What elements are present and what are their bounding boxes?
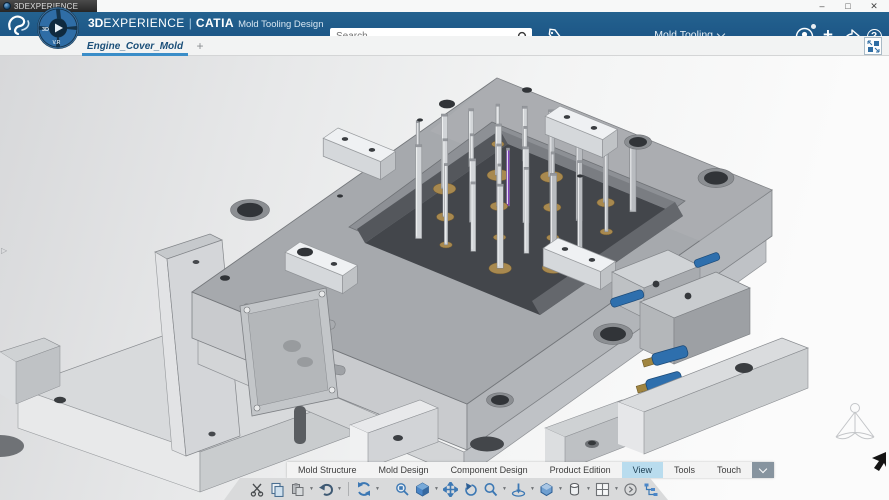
update-dropdown[interactable]: ▼	[374, 480, 381, 498]
section-component-design[interactable]: Component Design	[440, 462, 539, 478]
named-views-icon[interactable]	[537, 480, 556, 498]
close-button[interactable]: ✕	[861, 0, 887, 12]
paste-icon[interactable]	[288, 480, 307, 498]
rotate-icon[interactable]	[461, 480, 480, 498]
compass-3d-label: 3D	[42, 27, 49, 33]
3d-viewport[interactable]: ▷	[0, 56, 889, 500]
brand-title: 3DEXPERIENCE | CATIA Mold Tooling Design	[88, 16, 323, 30]
zoom-dropdown[interactable]: ▼	[501, 480, 508, 498]
right-base-plate[interactable]	[618, 338, 808, 454]
panel-expander-icon[interactable]: ▷	[1, 246, 7, 255]
notification-badge	[811, 24, 816, 29]
iso-view-icon[interactable]	[413, 480, 432, 498]
normal-view-icon[interactable]	[509, 480, 528, 498]
new-tab-button[interactable]: +	[192, 38, 208, 54]
expand-widget-button[interactable]	[864, 37, 882, 55]
more-views-icon[interactable]	[621, 480, 640, 498]
section-product-edition[interactable]: Product Edition	[539, 462, 622, 478]
app-top-bar: 3DEXPERIENCE | CATIA Mold Tooling Design Mo…	[0, 12, 889, 36]
section-touch[interactable]: Touch	[706, 462, 752, 478]
multi-view-icon[interactable]	[593, 480, 612, 498]
action-bar-sections: Mold Structure Mold Design Component Des…	[287, 462, 774, 478]
paste-dropdown[interactable]: ▼	[308, 480, 315, 498]
section-mold-structure[interactable]: Mold Structure	[287, 462, 368, 478]
brand-experience: EXPERIENCE	[103, 16, 184, 30]
window-titlebar: 3DEXPERIENCE – □ ✕	[0, 0, 889, 12]
brand-module: Mold Tooling Design	[238, 19, 323, 30]
mold-assembly-model[interactable]	[0, 56, 889, 500]
action-bar-tools: ▼ ▼ ▼ ▼ ▼ ▼ ▼ ▼ ▼ ▼	[224, 478, 668, 500]
cursor-arrow	[872, 452, 886, 471]
named-views-dropdown[interactable]: ▼	[557, 480, 564, 498]
iso-view-dropdown[interactable]: ▼	[433, 480, 440, 498]
pan-icon[interactable]	[441, 480, 460, 498]
section-mold-design[interactable]: Mold Design	[368, 462, 440, 478]
section-tools[interactable]: Tools	[663, 462, 706, 478]
cut-icon[interactable]	[248, 480, 267, 498]
zoom-icon[interactable]	[481, 480, 500, 498]
normal-view-dropdown[interactable]: ▼	[529, 480, 536, 498]
experience-compass[interactable]: 3D V.R	[36, 6, 80, 50]
brand-pipe: |	[189, 16, 192, 30]
content-tab-strip: Engine_Cover_Mold +	[0, 36, 889, 56]
minimize-button[interactable]: –	[809, 0, 835, 12]
section-view[interactable]: View	[622, 462, 663, 478]
fit-all-in-icon[interactable]	[393, 480, 412, 498]
axis-triad	[836, 404, 874, 439]
render-style-dropdown[interactable]: ▼	[585, 480, 592, 498]
compass-vr-label: V.R	[53, 40, 61, 46]
multi-view-dropdown[interactable]: ▼	[613, 480, 620, 498]
copy-icon[interactable]	[268, 480, 287, 498]
undo-dropdown[interactable]: ▼	[336, 480, 343, 498]
undo-icon[interactable]	[316, 480, 335, 498]
brand-catia: CATIA	[196, 16, 234, 30]
maximize-button[interactable]: □	[835, 0, 861, 12]
render-style-icon[interactable]	[565, 480, 584, 498]
sections-collapse-button[interactable]	[752, 462, 774, 478]
brand-3d: 3D	[88, 16, 103, 30]
update-icon[interactable]	[354, 480, 373, 498]
app-icon	[3, 2, 11, 10]
